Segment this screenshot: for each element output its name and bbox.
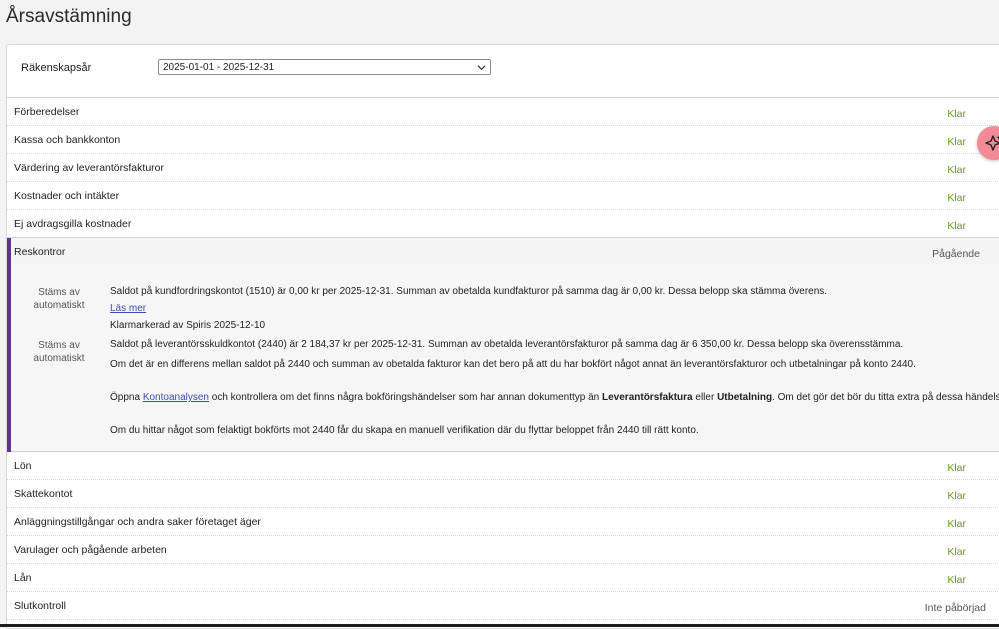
section-status: Klar [947, 574, 966, 586]
section-status: Klar [947, 518, 966, 530]
page-title: Årsavstämning [6, 6, 132, 27]
section-reskontror-expanded: Reskontror Pågående Stäms av automatiskt… [7, 238, 999, 452]
section-kassa-och-bankkonton[interactable]: Kassa och bankkonton Klar [7, 126, 999, 154]
section-status: Klar [947, 220, 966, 232]
reskontror-checks: Stäms av automatiskt Saldot på kundfordr… [11, 265, 999, 452]
section-name: Ej avdragsgilla kostnader [14, 218, 132, 230]
check-text: Saldot på leverantörsskuldkontot (2440) … [110, 339, 904, 350]
check-text-2: Om det är en differens mellan saldot på … [110, 359, 916, 370]
section-status: Klar [947, 462, 966, 474]
section-skattekontot[interactable]: Skattekontot Klar [7, 480, 999, 508]
section-name: Kassa och bankkonton [14, 134, 121, 146]
section-status: Klar [947, 490, 966, 502]
section-name: Varulager och pågående arbeten [14, 544, 167, 556]
fiscal-year-label: Räkenskapsår [21, 62, 92, 74]
section-name: Slutkontroll [14, 600, 66, 612]
section-status: Klar [947, 136, 966, 148]
section-status: Klar [947, 108, 966, 120]
section-reskontror[interactable]: Reskontror Pågående [11, 238, 999, 265]
fiscal-year-row: Räkenskapsår 2025-01-01 - 2025-12-31 [7, 45, 999, 98]
section-kostnader-och-intakter[interactable]: Kostnader och intäkter Klar [7, 182, 999, 210]
sparkle-icon [985, 135, 999, 151]
section-name: Lön [14, 460, 32, 472]
section-name: Skattekontot [14, 488, 73, 500]
kontoanalysen-link[interactable]: Kontoanalysen [143, 392, 209, 403]
section-name: Förberedelser [14, 106, 80, 118]
fiscal-year-select[interactable]: 2025-01-01 - 2025-12-31 [158, 59, 491, 75]
section-status: Klar [947, 164, 966, 176]
check-note: Klarmarkerad av Spiris 2025-12-10 [110, 320, 266, 331]
section-anlaggningstillgangar[interactable]: Anläggningstillgångar och andra saker fö… [7, 508, 999, 536]
section-lon[interactable]: Lön Klar [7, 452, 999, 480]
chevron-down-icon [477, 65, 486, 71]
check-text-4: Om du hittar något som felaktigt bokfört… [110, 425, 699, 436]
section-name: Lån [14, 572, 32, 584]
section-lan[interactable]: Lån Klar [7, 564, 999, 592]
section-status: Inte påbörjad [924, 602, 986, 614]
section-name: Anläggningstillgångar och andra saker fö… [14, 516, 261, 528]
section-status: Pågående [932, 248, 980, 260]
year-end-panel: Räkenskapsår 2025-01-01 - 2025-12-31 För… [6, 44, 999, 629]
check-text: Saldot på kundfordringskontot (1510) är … [110, 286, 828, 297]
section-name: Kostnader och intäkter [14, 190, 120, 202]
check-text-3: Öppna Kontoanalysen och kontrollera om d… [110, 392, 999, 403]
section-status: Klar [947, 546, 966, 558]
auto-check-label: Stäms av automatiskt [33, 287, 85, 311]
section-ej-avdragsgilla-kostnader[interactable]: Ej avdragsgilla kostnader Klar [7, 210, 999, 238]
section-name: Värdering av leverantörsfakturor [14, 162, 164, 174]
auto-check-label: Stäms av automatiskt [33, 340, 85, 364]
section-name: Reskontror [14, 246, 66, 258]
section-forberedelser[interactable]: Förberedelser Klar [7, 98, 999, 126]
read-more-link[interactable]: Läs mer [110, 303, 146, 314]
section-vardering-av-leverantorsfakturor[interactable]: Värdering av leverantörsfakturor Klar [7, 154, 999, 182]
fiscal-year-value: 2025-01-01 - 2025-12-31 [163, 62, 275, 73]
section-varulager[interactable]: Varulager och pågående arbeten Klar [7, 536, 999, 564]
section-status: Klar [947, 192, 966, 204]
section-slutkontroll[interactable]: Slutkontroll Inte påbörjad [7, 592, 999, 620]
